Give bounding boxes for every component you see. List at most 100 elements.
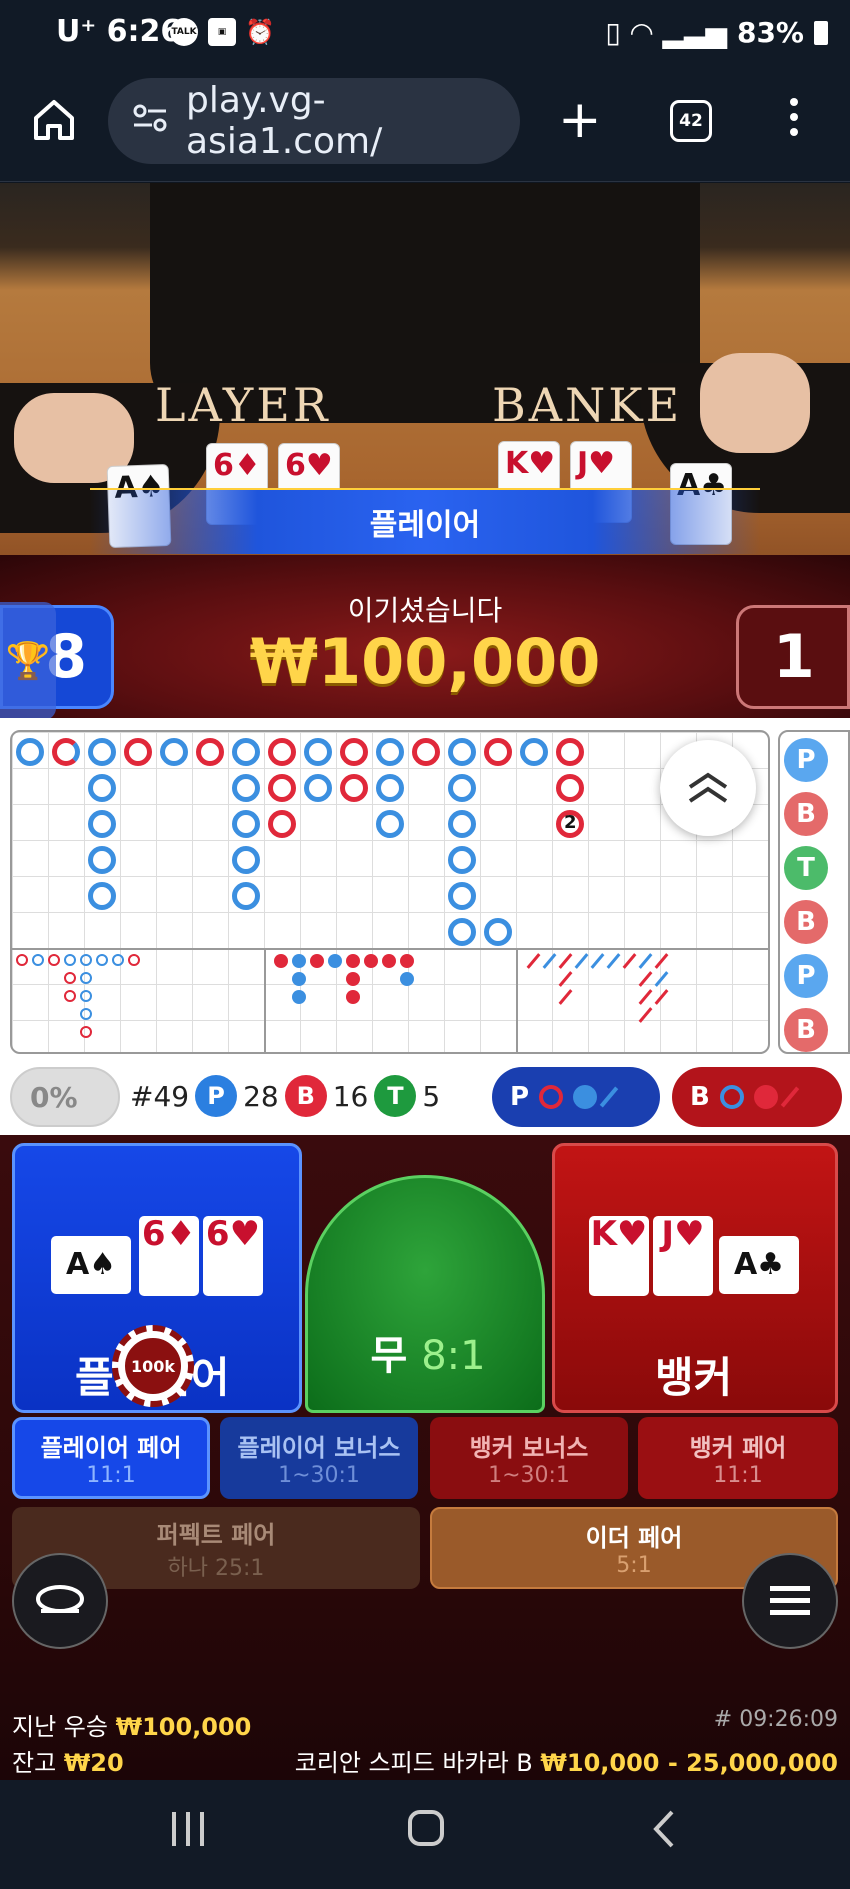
road-mark bbox=[484, 918, 512, 946]
road-mark bbox=[654, 989, 669, 1005]
road-mark bbox=[64, 954, 76, 966]
road-mark bbox=[32, 954, 44, 966]
road-mark bbox=[80, 972, 92, 984]
road-mark bbox=[638, 971, 653, 987]
bead-road-grid[interactable]: 2 bbox=[10, 730, 770, 1054]
new-tab-icon[interactable]: + bbox=[558, 94, 602, 146]
road-mark bbox=[292, 990, 306, 1004]
road-mark bbox=[622, 953, 637, 969]
road-mark bbox=[376, 738, 404, 766]
collapse-roadmap-button[interactable] bbox=[660, 740, 756, 836]
road-mark bbox=[88, 810, 116, 838]
road-mark bbox=[160, 738, 188, 766]
signal-icon: ▂▃▅ bbox=[662, 16, 727, 49]
balance: 잔고 ₩20 bbox=[12, 1749, 124, 1777]
round-stats: #49 P 28 B 16 T 5 bbox=[130, 1075, 440, 1117]
road-mark bbox=[400, 954, 414, 968]
side-bead: T bbox=[784, 846, 828, 890]
player-count: 28 bbox=[243, 1079, 279, 1113]
road-mark bbox=[310, 954, 324, 968]
road-mark bbox=[412, 738, 440, 766]
road-mark bbox=[304, 738, 332, 766]
home-nav-icon[interactable] bbox=[408, 1810, 444, 1846]
player-count-badge: P bbox=[195, 1075, 238, 1117]
banker-pair-bet[interactable]: 뱅커 페어 11:1 bbox=[638, 1417, 838, 1499]
road-mark bbox=[558, 989, 573, 1005]
ask-slash-icon bbox=[599, 1086, 619, 1108]
bet-banker-card-1: K♥ bbox=[589, 1216, 649, 1296]
road-mark bbox=[88, 738, 116, 766]
side-bead: B bbox=[784, 900, 828, 944]
road-mark bbox=[292, 954, 306, 968]
pair-mark: 2 bbox=[564, 812, 577, 833]
site-settings-icon[interactable] bbox=[132, 101, 168, 142]
win-amount: ₩100,000 bbox=[249, 625, 601, 698]
road-mark bbox=[376, 810, 404, 838]
ask-banker-button[interactable]: B bbox=[672, 1067, 842, 1127]
side-bead: B bbox=[784, 1008, 828, 1052]
side-bead: P bbox=[784, 738, 828, 782]
road-mark bbox=[124, 738, 152, 766]
road-mark bbox=[376, 774, 404, 802]
bet-banker-card-3: A♣ bbox=[719, 1236, 799, 1294]
road-mark bbox=[346, 972, 360, 986]
kakaotalk-icon: TALK bbox=[170, 18, 198, 46]
player-pair-bet[interactable]: 플레이어 페어 11:1 bbox=[12, 1417, 210, 1499]
browser-toolbar: play.vg-asia1.com/ + 42 bbox=[0, 70, 850, 182]
more-menu-icon[interactable] bbox=[790, 98, 798, 136]
ask-slash-icon bbox=[780, 1086, 800, 1108]
hamburger-icon bbox=[770, 1586, 810, 1615]
road-mark bbox=[340, 774, 368, 802]
wifi-icon: ◠ bbox=[630, 16, 653, 49]
ask-ring-icon bbox=[719, 1085, 744, 1109]
win-message: 이기셨습니다 bbox=[347, 594, 503, 627]
round-number: #49 bbox=[130, 1079, 190, 1113]
side-bead: P bbox=[784, 954, 828, 998]
recent-apps-icon[interactable] bbox=[172, 1812, 204, 1846]
url-bar[interactable]: play.vg-asia1.com/ bbox=[108, 78, 520, 164]
banker-score: 1 bbox=[736, 605, 850, 709]
road-mark bbox=[232, 882, 260, 910]
banker-bet-area[interactable]: K♥ J♥ A♣ 뱅커 bbox=[552, 1143, 838, 1413]
placed-chip[interactable]: 100k bbox=[112, 1325, 194, 1407]
tie-bet-area[interactable]: 무 8:1 bbox=[305, 1175, 545, 1413]
table-icon bbox=[36, 1585, 84, 1613]
battery-icon bbox=[814, 20, 828, 45]
last-win: 지난 우승 ₩100,000 bbox=[12, 1713, 252, 1741]
table-info: 코리안 스피드 바카라 B ₩10,000 - 25,000,000 bbox=[294, 1749, 838, 1777]
road-mark bbox=[328, 954, 342, 968]
road-mark bbox=[448, 810, 476, 838]
road-mark bbox=[64, 990, 76, 1002]
tie-bet-text: 무 8:1 bbox=[370, 1333, 486, 1379]
road-mark bbox=[558, 971, 573, 987]
lobby-button[interactable] bbox=[12, 1553, 108, 1649]
carrier-label: U⁺ bbox=[56, 14, 97, 49]
road-mark bbox=[268, 774, 296, 802]
road-mark bbox=[484, 738, 512, 766]
home-icon[interactable] bbox=[32, 98, 76, 146]
tab-switcher-button[interactable]: 42 bbox=[670, 100, 712, 142]
road-mark bbox=[574, 953, 589, 969]
trophy-icon[interactable]: 🏆 bbox=[0, 602, 56, 720]
dealer-hand-right bbox=[700, 353, 810, 453]
road-mark bbox=[654, 971, 669, 987]
url-text: play.vg-asia1.com/ bbox=[186, 80, 383, 162]
road-mark bbox=[448, 846, 476, 874]
ask-dot-icon bbox=[753, 1085, 778, 1109]
banker-bonus-bet[interactable]: 뱅커 보너스 1~30:1 bbox=[430, 1417, 628, 1499]
ask-player-button[interactable]: P bbox=[492, 1067, 660, 1127]
road-mark bbox=[590, 953, 605, 969]
road-mark bbox=[448, 882, 476, 910]
road-mark bbox=[232, 774, 260, 802]
road-mark bbox=[542, 953, 557, 969]
player-bonus-bet[interactable]: 플레이어 보너스 1~30:1 bbox=[220, 1417, 418, 1499]
back-icon[interactable] bbox=[652, 1810, 676, 1852]
road-mark bbox=[556, 774, 584, 802]
road-mark bbox=[80, 1008, 92, 1020]
android-nav-bar bbox=[0, 1780, 850, 1889]
menu-button[interactable] bbox=[742, 1553, 838, 1649]
stats-toggle[interactable]: 0% bbox=[10, 1067, 120, 1127]
road-mark bbox=[88, 774, 116, 802]
result-banner: 플레이어 bbox=[90, 488, 760, 554]
road-mark bbox=[268, 738, 296, 766]
